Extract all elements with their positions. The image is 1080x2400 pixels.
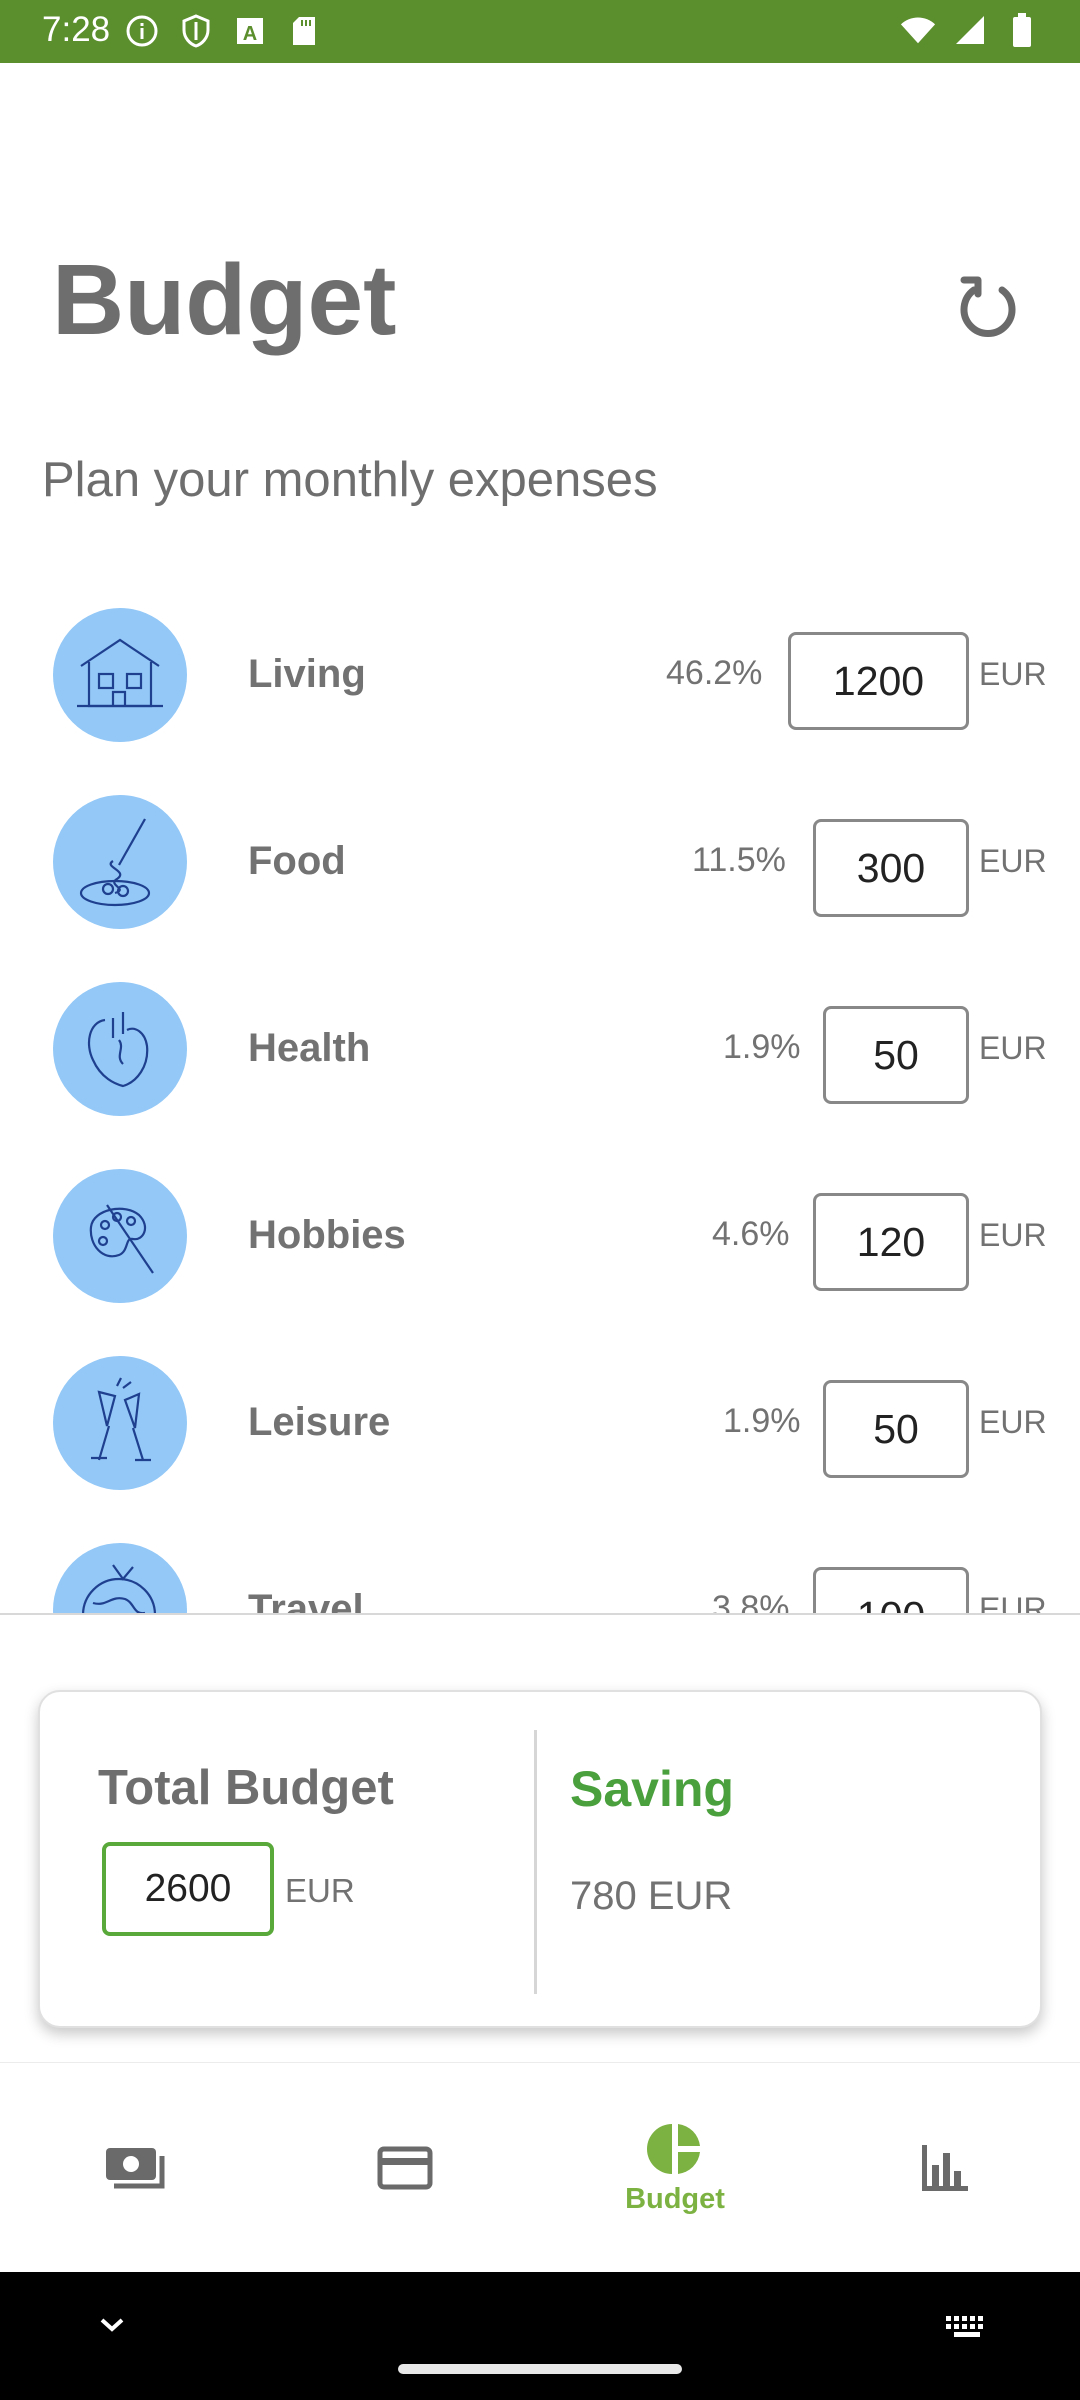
category-row-living: Living 46.2% 1200 EUR [0,590,1080,777]
wifi-icon [900,12,936,48]
page-title: Budget [52,244,397,356]
category-percent: 3.8% [712,1589,790,1614]
currency-label: EUR [979,1591,1047,1614]
shield-icon [178,13,214,49]
home-handle[interactable] [398,2364,682,2374]
house-icon [53,608,187,742]
refresh-icon [960,276,1016,337]
category-label: Living [248,652,366,696]
nav-budget[interactable]: Budget [540,2063,810,2273]
category-percent: 4.6% [712,1215,790,1253]
category-row-travel: Travel 3.8% 100 EUR [0,1525,1080,1614]
info-icon [124,13,160,49]
heart-icon [53,982,187,1116]
nav-cards[interactable] [270,2063,540,2273]
nav-stats[interactable] [810,2063,1080,2273]
champagne-icon [53,1356,187,1490]
chevron-down-icon [100,2318,124,2332]
category-amount-input[interactable]: 100 [813,1567,969,1614]
currency-label: EUR [979,843,1047,879]
category-label: Food [248,839,346,883]
battery-icon [1004,12,1040,48]
saving-label: Saving [570,1761,734,1817]
category-label: Travel [248,1587,364,1614]
category-label: Hobbies [248,1213,406,1257]
sd-card-icon [286,13,322,49]
palette-icon [53,1169,187,1303]
nav-money[interactable] [0,2063,270,2273]
money-icon [106,2148,165,2189]
total-budget-input[interactable]: 2600 [102,1842,274,1936]
credit-card-icon [377,2146,433,2190]
saving-value: 780 EUR [570,1874,733,1918]
nav-collapse-button[interactable] [96,2312,128,2341]
category-row-food: Food 11.5% 300 EUR [0,777,1080,964]
category-percent: 1.9% [723,1402,801,1440]
signal-icon [952,12,988,48]
keyboard-icon [946,2316,983,2337]
currency-label: EUR [979,1404,1047,1440]
status-time: 7:28 [42,10,111,49]
refresh-button[interactable] [950,270,1026,346]
category-row-hobbies: Hobbies 4.6% 120 EUR [0,1151,1080,1338]
category-amount-input[interactable]: 300 [813,819,969,917]
globe-icon [53,1543,187,1614]
pasta-fork-icon [53,795,187,929]
svg-text:A: A [243,23,257,45]
keyboard-button[interactable] [944,2312,990,2347]
category-percent: 1.9% [723,1028,801,1066]
bar-chart-icon [922,2145,968,2191]
category-row-health: Health 1.9% 50 EUR [0,964,1080,1151]
category-list[interactable]: Living 46.2% 1200 EUR Food 11.5% 300 EUR… [0,590,1080,1614]
total-budget-currency: EUR [285,1872,355,1909]
currency-label: EUR [979,1030,1047,1066]
list-divider [0,1613,1080,1615]
category-label: Leisure [248,1400,391,1444]
system-navigation-bar [0,2272,1080,2400]
status-bar: 7:28 A [0,0,1080,63]
pie-chart-icon [647,2123,700,2174]
category-amount-input[interactable]: 50 [823,1380,969,1478]
budget-summary-card: Total Budget 2600 EUR Saving 780 EUR [38,1690,1042,2028]
currency-label: EUR [979,656,1047,692]
category-row-leisure: Leisure 1.9% 50 EUR [0,1338,1080,1525]
category-percent: 46.2% [666,654,763,692]
category-amount-input[interactable]: 1200 [788,632,969,730]
bottom-navigation: Budget [0,2062,1080,2272]
category-label: Health [248,1026,371,1070]
currency-label: EUR [979,1217,1047,1253]
page-subtitle: Plan your monthly expenses [42,453,658,507]
category-percent: 11.5% [692,841,786,879]
category-amount-input[interactable]: 120 [813,1193,969,1291]
nav-label-budget: Budget [625,2182,725,2215]
text-a-icon: A [232,13,268,49]
total-budget-label: Total Budget [98,1761,394,1815]
category-amount-input[interactable]: 50 [823,1006,969,1104]
card-divider [534,1730,537,1994]
